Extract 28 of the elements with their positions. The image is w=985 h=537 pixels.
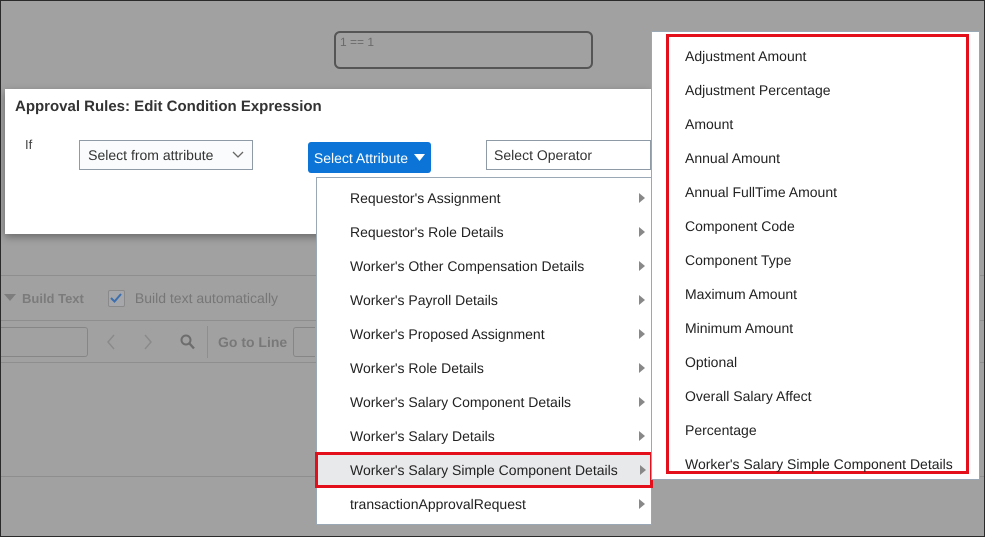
submenu-item[interactable]: Annual Amount <box>685 150 780 166</box>
submenu-item[interactable]: Amount <box>685 116 734 132</box>
dialog-title: Approval Rules: Edit Condition Expression <box>15 98 322 115</box>
submenu-item[interactable]: Optional <box>685 354 738 370</box>
submenu-item[interactable]: Adjustment Amount <box>685 48 806 64</box>
menu-item[interactable]: Worker's Role Details <box>317 351 651 385</box>
menu-item[interactable]: Worker's Other Compensation Details <box>317 249 651 283</box>
submenu-item[interactable]: Overall Salary Affect <box>685 388 812 404</box>
menu-item[interactable]: Worker's Salary Component Details <box>317 385 651 419</box>
menu-item[interactable]: Worker's Salary Simple Component Details <box>316 453 652 487</box>
submenu-item[interactable]: Annual FullTime Amount <box>685 184 837 200</box>
menu-item[interactable]: Requestor's Role Details <box>317 215 651 249</box>
submenu-item[interactable]: Adjustment Percentage <box>685 82 831 98</box>
menu-item[interactable]: transactionApprovalRequest <box>317 487 651 521</box>
submenu-item[interactable]: Component Code <box>685 218 795 234</box>
menu-item[interactable]: Worker's Salary Details <box>317 419 651 453</box>
submenu-item[interactable]: Component Type <box>685 252 792 268</box>
menu-item[interactable]: Worker's Proposed Assignment <box>317 317 651 351</box>
select-attribute-button[interactable]: Select Attribute <box>308 142 432 173</box>
submenu-item[interactable]: Minimum Amount <box>685 320 794 336</box>
submenu-item[interactable]: Worker's Salary Simple Component Details <box>685 456 953 472</box>
if-label: If <box>25 137 34 152</box>
menu-item[interactable]: Worker's Payroll Details <box>317 283 651 317</box>
operator-dropdown[interactable]: Select Operator <box>486 140 651 170</box>
submenu-item[interactable]: Percentage <box>685 422 757 438</box>
submenu-item[interactable]: Maximum Amount <box>685 286 798 302</box>
attribute-dropdown[interactable]: Select from attribute <box>79 140 253 170</box>
menu-item[interactable]: Requestor's Assignment <box>317 181 651 215</box>
